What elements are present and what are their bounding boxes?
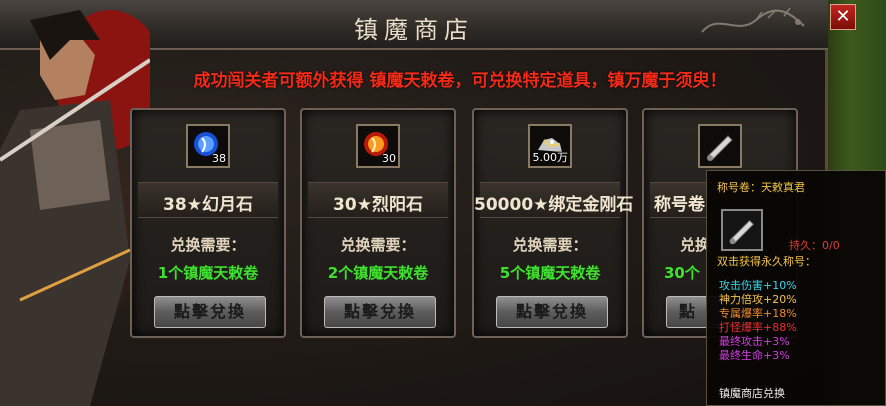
tooltip-stat: 专属爆率+18% (719, 307, 797, 320)
exchange-requirement-label: 兑换需要： (170, 236, 246, 254)
item-count: 38 (212, 152, 226, 165)
tooltip-item-slot (721, 209, 763, 251)
item-slot[interactable]: 30 (356, 124, 400, 168)
item-tooltip: 称号卷：天敕真君 持久：0/0 双击获得永久称号： 攻击伤害+10% 神力倍攻+… (706, 170, 886, 406)
exchange-requirement-label: 兑换需要： (340, 236, 416, 254)
item-slot[interactable] (698, 124, 742, 168)
tooltip-stat: 神力倍攻+20% (719, 293, 797, 306)
tooltip-title: 称号卷：天敕真君 (717, 181, 805, 194)
tooltip-stats: 攻击伤害+10% 神力倍攻+20% 专属爆率+18% 打怪爆率+88% 最终攻击… (719, 279, 797, 363)
exchange-cost: 5个镇魔天敕卷 (499, 264, 601, 282)
item-name: 50000★绑定金刚石 (474, 195, 634, 215)
scroll-icon (707, 135, 733, 161)
tooltip-stat: 最终生命+3% (719, 349, 790, 362)
shop-panel: 镇魔商店 成功闯关者可额外获得 镇魔天敕卷，可兑换特定道具，镇万魔于须臾！ 38… (0, 0, 828, 406)
tooltip-stat: 攻击伤害+10% (719, 279, 797, 292)
item-name: 30★烈阳石 (333, 195, 423, 215)
exchange-requirement-label: 兑换需要： (512, 236, 588, 254)
tooltip-stat: 打怪爆率+88% (719, 321, 797, 334)
exchange-button[interactable]: 點擊兌換 (496, 296, 608, 328)
tooltip-durability: 持久：0/0 (789, 239, 840, 252)
shop-item-card: 5.00万 50000★绑定金刚石 兑换需要： 5个镇魔天敕卷 點擊兌換 (472, 108, 634, 338)
item-count: 5.00万 (532, 151, 569, 164)
tooltip-description: 双击获得永久称号： (717, 255, 816, 268)
exchange-cost: 2个镇魔天敕卷 (327, 264, 429, 282)
shop-item-card: 38 38★幻月石 兑换需要： 1个镇魔天敕卷 點擊兌換 (130, 108, 286, 338)
exchange-button[interactable]: 點擊兌換 (154, 296, 266, 328)
exchange-cost: 1个镇魔天敕卷 (157, 264, 259, 282)
dragon-ornament-icon (701, 7, 805, 33)
shop-item-card: 30 30★烈阳石 兑换需要： 2个镇魔天敕卷 點擊兌換 (300, 108, 456, 338)
close-button[interactable]: ✕ (830, 4, 856, 30)
notice-text: 成功闯关者可额外获得 镇魔天敕卷，可兑换特定道具，镇万魔于须臾！ (193, 71, 727, 91)
item-name: 38★幻月石 (163, 195, 253, 215)
tooltip-stat: 最终攻击+3% (719, 335, 790, 348)
item-count: 30 (382, 152, 396, 165)
scroll-icon (729, 219, 755, 245)
item-slot[interactable]: 38 (186, 124, 230, 168)
warrior-portrait (0, 10, 150, 406)
item-slot[interactable]: 5.00万 (528, 124, 572, 168)
exchange-button[interactable]: 點擊兌換 (324, 296, 436, 328)
tooltip-footer: 镇魔商店兑换 (719, 387, 785, 400)
